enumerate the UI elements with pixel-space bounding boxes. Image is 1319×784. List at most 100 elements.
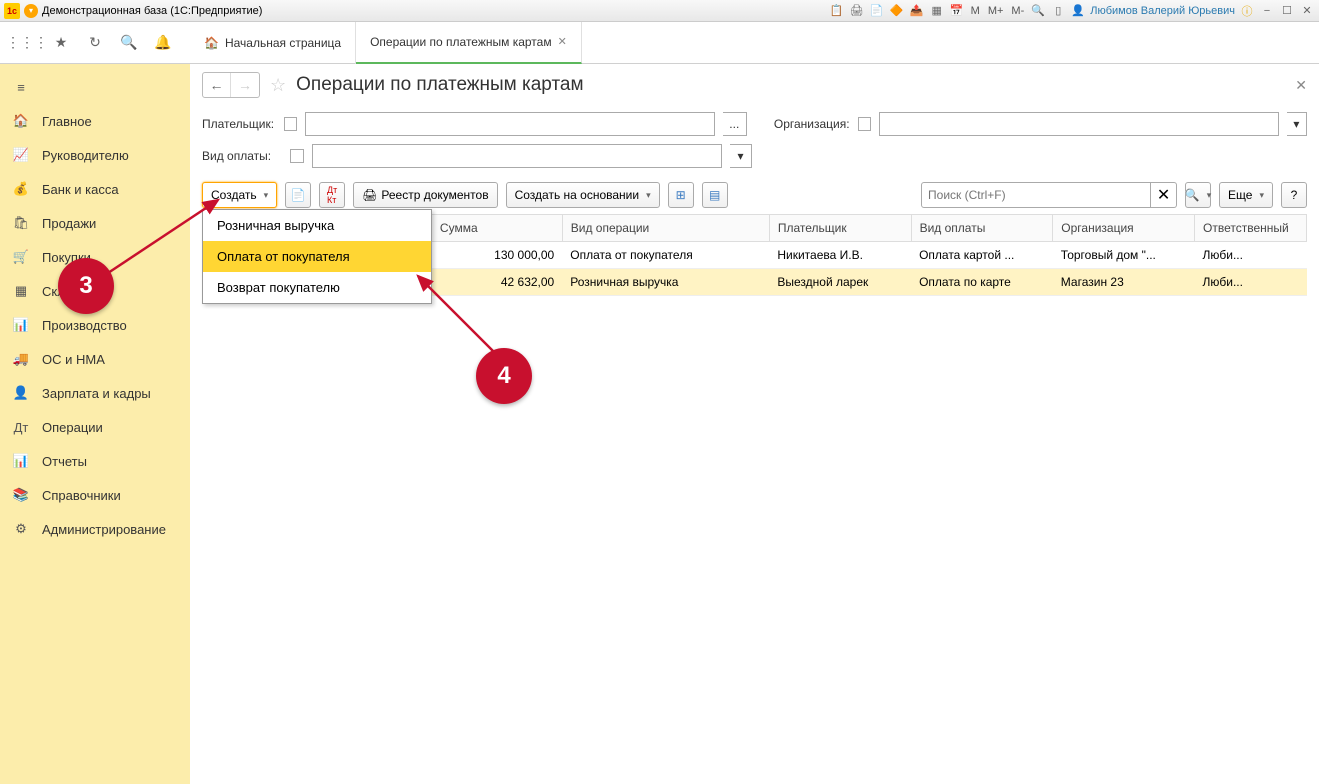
sidebar-icon: 👤 <box>12 385 30 401</box>
sidebar-icon: 📚 <box>12 487 30 503</box>
sidebar-item-12[interactable]: 📚Справочники <box>0 478 190 512</box>
doc-icon[interactable]: 📄 <box>869 3 885 19</box>
top-nav: ⋮⋮⋮ ★ ↻ 🔍 🔔 🏠 Начальная страница Операци… <box>0 22 1319 64</box>
dt-kt-button[interactable]: ДтКт <box>319 182 345 208</box>
sidebar-icon: Дт <box>12 420 30 435</box>
export-icon[interactable]: 📤 <box>909 3 925 19</box>
app-dropdown[interactable]: ▾ <box>24 4 38 18</box>
favorite-icon[interactable]: ☆ <box>270 75 286 96</box>
dd-retail-revenue[interactable]: Розничная выручка <box>203 210 431 241</box>
create-based-button[interactable]: Создать на основании <box>506 182 660 208</box>
help-button[interactable]: ? <box>1281 182 1307 208</box>
search-run-button[interactable]: 🔍 <box>1185 182 1211 208</box>
title-bar: 1c ▾ Демонстрационная база (1С:Предприят… <box>0 0 1319 22</box>
toolbar-icon[interactable]: 📋 <box>829 3 845 19</box>
sidebar-label: Зарплата и кадры <box>42 386 151 401</box>
grid-icon[interactable]: ▦ <box>929 3 945 19</box>
filter-org-input[interactable] <box>879 112 1279 136</box>
filter-org-label: Организация: <box>774 117 850 131</box>
filter-org-checkbox[interactable] <box>858 117 871 131</box>
registry-button[interactable]: 🖨 Реестр документов <box>353 182 497 208</box>
sidebar-item-9[interactable]: 👤 Зарплата и кадры <box>0 376 190 410</box>
sidebar-item-13[interactable]: ⚙Администрирование <box>0 512 190 546</box>
cell: Никитаева И.В. <box>769 242 911 269</box>
sidebar-item-10[interactable]: ДтОперации <box>0 410 190 444</box>
sidebar-icon: 🚚 <box>12 351 30 367</box>
cell: Выездной ларек <box>769 269 911 296</box>
cell: Люби... <box>1195 242 1307 269</box>
cell: Торговый дом "... <box>1053 242 1195 269</box>
sidebar-label: Продажи <box>42 216 96 231</box>
back-button[interactable]: ← <box>203 73 231 97</box>
search-input[interactable] <box>921 182 1151 208</box>
sidebar-item-11[interactable]: 📊Отчеты <box>0 444 190 478</box>
star-icon[interactable]: ★ <box>49 31 73 55</box>
close-icon[interactable]: ✕ <box>1299 3 1315 19</box>
tab-operations[interactable]: Операции по платежным картам ✕ <box>356 22 582 64</box>
sidebar-item-8[interactable]: 🚚 ОС и НМА <box>0 342 190 376</box>
info-icon[interactable]: ⓘ <box>1239 3 1255 19</box>
annotation-arrow-3 <box>100 190 230 280</box>
compare-icon[interactable]: 🔶 <box>889 3 905 19</box>
copy-button[interactable]: 📄 <box>285 182 311 208</box>
tab-close-icon[interactable]: ✕ <box>558 35 567 48</box>
filter-payer-input[interactable] <box>305 112 715 136</box>
print-icon[interactable]: 🖨 <box>849 3 865 19</box>
user-icon: 👤 <box>1070 3 1086 19</box>
tab-home[interactable]: 🏠 Начальная страница <box>190 22 356 64</box>
sidebar-item-1[interactable]: 🏠 Главное <box>0 104 190 138</box>
sidebar-label: Руководителю <box>42 148 129 163</box>
sidebar-icon: 💰 <box>12 181 30 197</box>
col-header[interactable]: Вид операции <box>562 215 769 242</box>
search-icon[interactable]: 🔍 <box>117 31 141 55</box>
bell-icon[interactable]: 🔔 <box>151 31 175 55</box>
col-header[interactable]: Плательщик <box>769 215 911 242</box>
sidebar-icon: 🏠 <box>12 113 30 129</box>
filter-payer-lookup[interactable]: ... <box>723 112 747 136</box>
zoom-icon[interactable]: 🔍 <box>1030 3 1046 19</box>
m-plus-label[interactable]: M+ <box>986 5 1006 17</box>
maximize-icon[interactable]: ☐ <box>1279 3 1295 19</box>
sidebar-item-0[interactable]: ≡ <box>0 70 190 104</box>
minimize-icon[interactable]: − <box>1259 3 1275 19</box>
sidebar-item-7[interactable]: 📊Производство <box>0 308 190 342</box>
forward-button[interactable]: → <box>231 73 259 97</box>
sidebar-label: Главное <box>42 114 92 129</box>
sidebar-icon: 📊 <box>12 317 30 333</box>
filter-paytype-dropdown[interactable]: ▾ <box>730 144 752 168</box>
filter-paytype-input[interactable] <box>312 144 722 168</box>
user-name[interactable]: Любимов Валерий Юрьевич <box>1090 5 1235 17</box>
m-minus-label[interactable]: M- <box>1009 5 1026 17</box>
home-icon: 🏠 <box>204 36 219 50</box>
col-header[interactable]: Ответственный <box>1195 215 1307 242</box>
col-header[interactable]: Организация <box>1053 215 1195 242</box>
sidebar-item-2[interactable]: 📈Руководителю <box>0 138 190 172</box>
create-based-label: Создать на основании <box>515 188 640 202</box>
history-icon[interactable]: ↻ <box>83 31 107 55</box>
cell: Магазин 23 <box>1053 269 1195 296</box>
panel-icon[interactable]: ▯ <box>1050 3 1066 19</box>
window-title: Демонстрационная база (1С:Предприятие) <box>42 5 262 17</box>
m-label[interactable]: M <box>969 5 982 17</box>
dd-return-to-buyer[interactable]: Возврат покупателю <box>203 272 431 303</box>
sidebar-icon: 📊 <box>12 453 30 469</box>
apps-icon[interactable]: ⋮⋮⋮ <box>15 31 39 55</box>
calendar-icon[interactable]: 📅 <box>949 3 965 19</box>
filter-payer-checkbox[interactable] <box>284 117 297 131</box>
search-clear-icon[interactable]: ✕ <box>1151 182 1177 208</box>
sidebar-label: ОС и НМА <box>42 352 105 367</box>
cell: Розничная выручка <box>562 269 769 296</box>
dd-payment-from-buyer[interactable]: Оплата от покупателя <box>203 241 431 272</box>
more-button[interactable]: Еще <box>1219 182 1273 208</box>
sidebar-icon: 🛍 <box>12 215 30 231</box>
hierarchy-button[interactable]: ⊞ <box>668 182 694 208</box>
list-button[interactable]: ▤ <box>702 182 728 208</box>
col-header[interactable]: Вид оплаты <box>911 215 1053 242</box>
cell: Оплата картой ... <box>911 242 1053 269</box>
app-logo: 1c <box>4 3 20 19</box>
page-close-icon[interactable]: ✕ <box>1295 77 1307 94</box>
filter-org-dropdown[interactable]: ▾ <box>1287 112 1307 136</box>
filter-paytype-checkbox[interactable] <box>290 149 304 163</box>
col-header[interactable]: Сумма <box>431 215 562 242</box>
cell: 130 000,00 <box>431 242 562 269</box>
